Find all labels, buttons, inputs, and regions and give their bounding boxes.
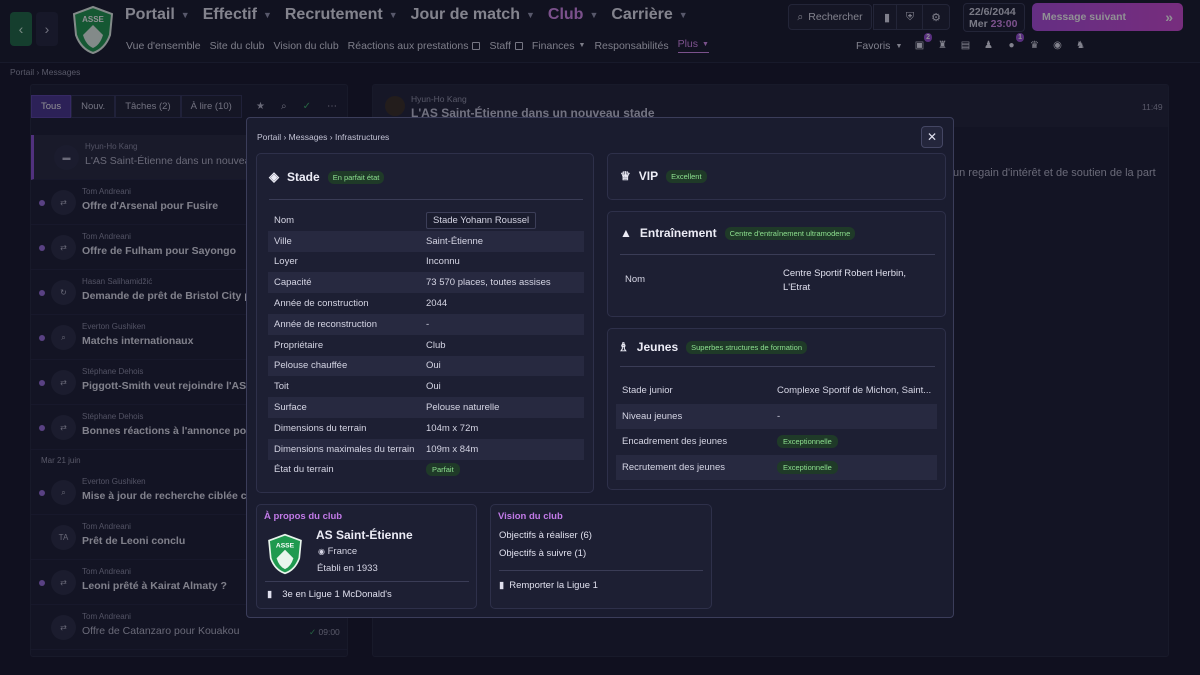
objectives-to-achieve[interactable]: Objectifs à réaliser (6) bbox=[499, 530, 592, 541]
svg-text:ASSE: ASSE bbox=[276, 542, 295, 549]
status-badge: Exceptionnelle bbox=[777, 460, 838, 474]
club-founded: Établi en 1933 bbox=[317, 563, 378, 574]
about-club-title: À propos du club bbox=[264, 511, 343, 522]
vip-card: ♕ VIP Excellent bbox=[607, 153, 946, 200]
status-badge: Parfait bbox=[426, 463, 460, 477]
training-title: Entraînement bbox=[639, 226, 717, 240]
status-badge: Centre d'entraînement ultramoderne bbox=[724, 226, 856, 240]
table-row: Encadrement des jeunes Exceptionnelle bbox=[616, 429, 937, 455]
stadium-title: Stade bbox=[287, 170, 320, 184]
table-row: Niveau jeunes - bbox=[616, 403, 937, 429]
vip-icon: ♕ bbox=[620, 169, 631, 183]
table-row: Année de construction 2044 bbox=[274, 298, 448, 310]
vip-title: VIP bbox=[638, 169, 659, 183]
training-card: ▲ Entraînement Centre d'entraînement ult… bbox=[607, 211, 946, 317]
training-name-label: Nom bbox=[625, 274, 646, 285]
table-row: Toit Oui bbox=[274, 381, 441, 393]
table-row: Stade junior Complexe Sportif de Michon, … bbox=[622, 385, 932, 397]
status-badge: Superbes structures de formation bbox=[686, 340, 808, 354]
youth-card: ♗ Jeunes Superbes structures de formatio… bbox=[607, 328, 946, 490]
youth-title: Jeunes bbox=[636, 340, 679, 354]
trophy-icon: ▮ bbox=[499, 580, 505, 591]
status-badge: Excellent bbox=[666, 169, 707, 183]
modal-breadcrumb: Portail › Messages › Infrastructures bbox=[257, 132, 390, 142]
flag-icon: ◉ bbox=[318, 547, 325, 556]
table-row: Année de reconstruction - bbox=[268, 313, 584, 335]
status-badge: En parfait état bbox=[327, 170, 385, 184]
stadium-name-field[interactable]: Stade Yohann Roussel bbox=[426, 211, 537, 229]
table-row: Capacité 73 570 places, toutes assises bbox=[268, 272, 584, 294]
club-vision-title: Vision du club bbox=[498, 511, 563, 522]
training-icon: ▲ bbox=[620, 226, 632, 240]
close-button[interactable]: ✕ bbox=[921, 126, 943, 148]
table-row: Pelouse chauffée Oui bbox=[268, 355, 584, 377]
table-row: Dimensions du terrain 104m x 72m bbox=[274, 422, 479, 434]
club-country[interactable]: France bbox=[328, 546, 358, 557]
vision-goal: Remporter la Ligue 1 bbox=[509, 580, 598, 591]
youth-icon: ♗ bbox=[618, 340, 629, 354]
table-row: Nom Stade Yohann Roussel bbox=[268, 210, 584, 231]
club-crest: ASSE bbox=[267, 533, 303, 575]
table-row: Loyer Inconnu bbox=[274, 256, 460, 268]
training-name-value: Centre Sportif Robert Herbin, L'Etrat bbox=[783, 268, 907, 293]
stadium-icon: ◈ bbox=[269, 169, 279, 184]
trophy-icon: ▮ bbox=[267, 589, 273, 600]
club-vision-card: Vision du club Objectifs à réaliser (6) … bbox=[490, 504, 712, 609]
youth-table: Stade junior Complexe Sportif de Michon, … bbox=[616, 378, 937, 480]
table-row: Dimensions maximales du terrain 109m x 84… bbox=[268, 438, 584, 460]
objectives-to-follow[interactable]: Objectifs à suivre (1) bbox=[499, 548, 586, 559]
league-position[interactable]: 3e en Ligue 1 McDonald's bbox=[282, 589, 392, 600]
close-icon: ✕ bbox=[926, 130, 938, 144]
about-club-card: À propos du club ASSE AS Saint-Étienne ◉… bbox=[256, 504, 477, 609]
table-row: Surface Pelouse naturelle bbox=[268, 397, 584, 418]
table-row: Ville Saint-Étienne bbox=[268, 230, 584, 252]
stadium-card: ◈ Stade En parfait état Nom Stade Yohann … bbox=[256, 153, 594, 493]
stadium-table: Nom Stade Yohann Roussel Ville Saint-Étien… bbox=[268, 210, 584, 480]
infrastructure-modal: Portail › Messages › Infrastructures ✕ ◈… bbox=[246, 117, 954, 618]
status-badge: Exceptionnelle bbox=[777, 435, 838, 449]
table-row: Propriétaire Club bbox=[274, 339, 446, 351]
club-name[interactable]: AS Saint-Étienne bbox=[316, 528, 413, 542]
table-row: Recrutement des jeunes Exceptionnelle bbox=[616, 454, 937, 480]
table-row: État du terrain Parfait bbox=[268, 460, 584, 481]
